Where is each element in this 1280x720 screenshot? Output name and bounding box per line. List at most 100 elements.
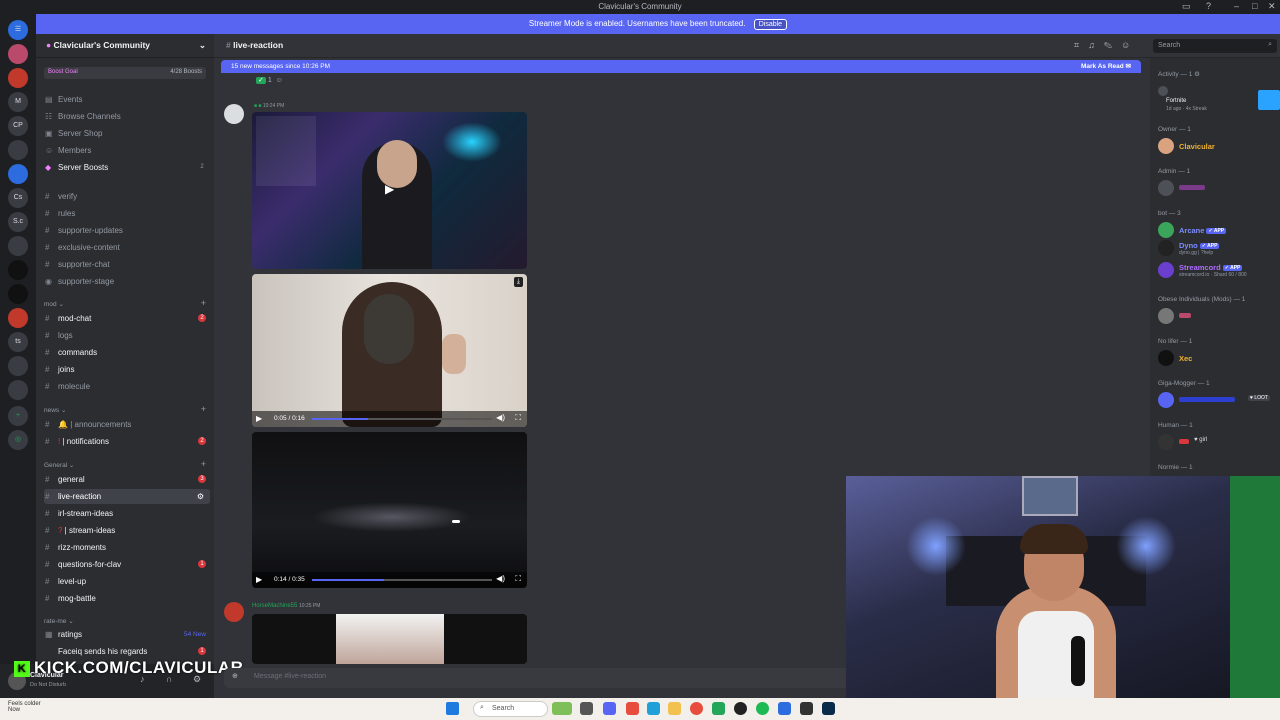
add-server-icon[interactable]: + <box>8 406 28 426</box>
volume-icon[interactable]: ◀) <box>496 574 505 583</box>
channel-supporter-chat[interactable]: # supporter-chat <box>44 257 210 272</box>
edge-icon[interactable] <box>647 702 660 715</box>
settings-icon[interactable]: ⚙ <box>197 489 204 504</box>
taskbar-search[interactable]: ⌕ Search <box>473 701 548 717</box>
server-header[interactable]: ● Clavicular's Community ⌄ <box>36 34 214 58</box>
volume-icon[interactable]: ◀) <box>496 413 505 422</box>
plus-icon[interactable]: + <box>201 459 206 469</box>
plus-icon[interactable]: + <box>201 298 206 308</box>
spotify-icon[interactable] <box>756 702 769 715</box>
server-icon[interactable] <box>8 308 28 328</box>
download-icon[interactable]: ⤓ <box>513 277 523 287</box>
image-attachment[interactable]: ▶ <box>252 112 527 269</box>
bell-icon[interactable]: ♫ <box>1088 40 1104 50</box>
video-progress[interactable] <box>312 418 492 420</box>
member-mod[interactable] <box>1158 308 1280 324</box>
channel-live-reaction[interactable]: # live-reaction ⚙ <box>44 489 210 504</box>
channel-joins[interactable]: # joins <box>44 362 210 377</box>
category-rate-me[interactable]: rate-me ⌄ <box>44 617 210 625</box>
server-icon[interactable]: Cs <box>8 188 28 208</box>
member-nolifer[interactable]: Xec <box>1158 350 1280 366</box>
channel-rules[interactable]: # rules <box>44 206 210 221</box>
help-icon[interactable]: ? <box>1206 1 1211 11</box>
folder-icon[interactable] <box>668 702 681 715</box>
server-icon[interactable]: M <box>8 92 28 112</box>
category-general[interactable]: General ⌄ + <box>44 459 210 469</box>
member-admin[interactable] <box>1158 180 1280 196</box>
channel-supporter-updates[interactable]: # supporter-updates <box>44 223 210 238</box>
channel-verify[interactable]: # verify <box>44 189 210 204</box>
attach-icon[interactable]: ⊕ <box>232 672 238 680</box>
new-messages-bar[interactable]: 15 new messages since 10:26 PM Mark As R… <box>221 60 1141 73</box>
thread-faceiq[interactable]: Faceiq sends his regards 1 <box>44 644 210 659</box>
server-icon[interactable] <box>8 284 28 304</box>
inbox-icon[interactable]: ▭ <box>1182 1 1191 12</box>
server-icon[interactable] <box>8 68 28 88</box>
maximize-button[interactable]: □ <box>1252 1 1257 11</box>
nav-members[interactable]: ☺ Members <box>44 143 210 158</box>
avatar[interactable] <box>224 104 244 124</box>
member-human[interactable]: ♥ girl <box>1158 434 1280 450</box>
server-icon[interactable]: CP <box>8 116 28 136</box>
play-icon[interactable]: ▶ <box>256 414 262 423</box>
play-icon[interactable]: ▶ <box>256 575 262 584</box>
video-attachment[interactable]: ⤓ ▶ 0:05 / 0:16 ◀) ⛶ <box>252 274 527 427</box>
browser-icon[interactable] <box>690 702 703 715</box>
discord-icon[interactable] <box>603 702 616 715</box>
server-icon[interactable] <box>8 356 28 376</box>
author-name[interactable]: HorseMachine55 <box>252 603 297 609</box>
member-giga-mogger[interactable]: ♥ LOOT <box>1158 392 1280 408</box>
server-icon[interactable] <box>8 164 28 184</box>
channel-announcements[interactable]: # 🔔 | announcements <box>44 417 210 432</box>
category-mod[interactable]: mod ⌄ + <box>44 298 210 308</box>
threads-icon[interactable]: ⌗ <box>1074 40 1088 50</box>
channel-mog-battle[interactable]: # mog-battle <box>44 591 210 606</box>
channel-mod-chat[interactable]: # mod-chat 2 <box>44 311 210 326</box>
chrome-icon[interactable] <box>626 702 639 715</box>
add-reaction-icon[interactable]: ☺ <box>276 77 283 84</box>
channel-stream-ideas[interactable]: #? | stream-ideas <box>44 523 210 538</box>
app-icon[interactable] <box>552 702 572 715</box>
server-icon[interactable] <box>8 236 28 256</box>
check-reaction[interactable]: ✓ <box>256 77 266 84</box>
server-icon[interactable] <box>8 44 28 64</box>
plus-icon[interactable]: + <box>201 404 206 414</box>
fullscreen-icon[interactable]: ⛶ <box>515 413 521 423</box>
nav-server-shop[interactable]: ▣ Server Shop <box>44 126 210 141</box>
nav-browse-channels[interactable]: ☷ Browse Channels <box>44 109 210 124</box>
weather-widget[interactable]: Feels colder Now <box>8 701 41 713</box>
member-bot-streamcord[interactable]: Streamcord ✓ APP streamcord.io · Shard 60… <box>1158 262 1280 278</box>
app-icon[interactable] <box>712 702 725 715</box>
pin-icon[interactable]: ✎ <box>1104 40 1121 50</box>
discover-icon[interactable]: ◎ <box>8 430 28 450</box>
photoshop-icon[interactable] <box>822 702 835 715</box>
channel-ratings[interactable]: ▦ ratings 54 New <box>44 627 210 642</box>
channel-questions-for-clav[interactable]: # questions-for-clav 1 <box>44 557 210 572</box>
play-icon[interactable]: ▶ <box>385 182 394 196</box>
search-input[interactable]: Search ⌕ <box>1153 39 1277 53</box>
video-attachment[interactable] <box>252 614 527 664</box>
nav-events[interactable]: ▤ Events <box>44 92 210 107</box>
member-list-icon[interactable]: ☺ <box>1121 40 1139 50</box>
obs-icon[interactable] <box>734 702 747 715</box>
avatar[interactable] <box>224 602 244 622</box>
channel-logs[interactable]: # logs <box>44 328 210 343</box>
channel-molecule[interactable]: # molecule <box>44 379 210 394</box>
boost-goal[interactable]: Boost Goal 4/28 Boosts <box>44 67 206 79</box>
channel-irl-stream-ideas[interactable]: # irl-stream-ideas <box>44 506 210 521</box>
server-icon[interactable] <box>8 380 28 400</box>
channel-exclusive-content[interactable]: # exclusive-content <box>44 240 210 255</box>
channel-level-up[interactable]: # level-up <box>44 574 210 589</box>
task-view-icon[interactable] <box>580 702 593 715</box>
channel-notifications[interactable]: #! | notifications 2 <box>44 434 210 449</box>
server-icon[interactable]: ts <box>8 332 28 352</box>
server-icon[interactable] <box>8 260 28 280</box>
app-icon[interactable] <box>800 702 813 715</box>
channel-supporter-stage[interactable]: ◉ supporter-stage <box>44 274 210 289</box>
member-bot-arcane[interactable]: Arcane ✓ APP <box>1158 222 1280 238</box>
server-icon[interactable]: S.c <box>8 212 28 232</box>
category-news[interactable]: news ⌄ + <box>44 404 210 414</box>
nav-server-boosts[interactable]: ◆ Server Boosts 2 <box>44 160 210 175</box>
windows-start-icon[interactable] <box>446 702 459 715</box>
fullscreen-icon[interactable]: ⛶ <box>515 574 521 584</box>
